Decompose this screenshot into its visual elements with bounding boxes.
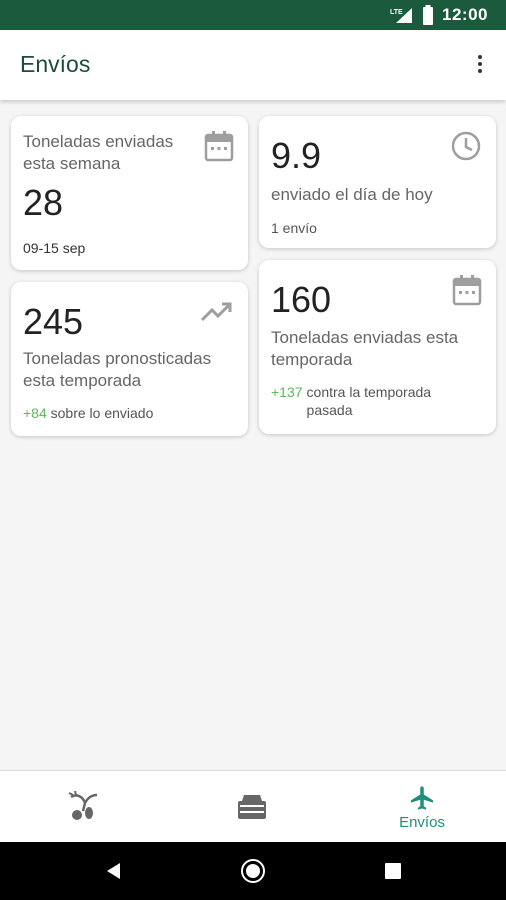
- clock-icon: [451, 131, 481, 161]
- card-season-shipped[interactable]: 160 Toneladas enviadas esta temporada +1…: [259, 260, 496, 434]
- card-week-date-range: 09-15 sep: [23, 240, 86, 256]
- card-season-delta: +137: [271, 384, 303, 400]
- airplane-icon: [410, 785, 434, 810]
- card-season-label: Toneladas enviadas esta temporada: [271, 328, 459, 369]
- card-today-label: enviado el día de hoy: [271, 185, 433, 204]
- recents-icon[interactable]: [385, 863, 401, 879]
- card-forecast-delta: +84: [23, 405, 47, 421]
- card-season-value: 160: [271, 279, 332, 320]
- status-icons: LTE 12:00: [390, 5, 488, 25]
- calendar-icon: [204, 131, 234, 162]
- trending-up-icon: [200, 302, 232, 322]
- warehouse-icon: [238, 795, 266, 819]
- card-forecast[interactable]: 245 Toneladas pronosticadas esta tempora…: [11, 282, 248, 436]
- status-time: 12:00: [442, 5, 488, 24]
- card-today-shipped[interactable]: 9.9 enviado el día de hoy 1 envío: [259, 116, 496, 248]
- back-icon[interactable]: [104, 861, 124, 881]
- nav-item-storage[interactable]: [168, 771, 336, 843]
- calendar-icon: [452, 275, 482, 306]
- status-bar: LTE 12:00: [0, 0, 506, 30]
- bottom-navigation: Envíos: [0, 770, 506, 842]
- battery-icon: [423, 5, 434, 25]
- card-today-value: 9.9: [271, 135, 322, 176]
- card-forecast-value: 245: [23, 301, 84, 342]
- nav-item-shipments-label: Envíos: [399, 813, 445, 831]
- card-forecast-delta-line: +84 sobre lo enviado: [23, 404, 153, 422]
- card-season-delta-text: contra la temporada pasada: [306, 384, 432, 418]
- card-week-label: Toneladas enviadas esta semana: [23, 132, 174, 173]
- card-season-delta-line: +137 contra la temporada pasada: [271, 383, 471, 419]
- lte-signal-icon: LTE: [390, 8, 413, 23]
- page-title: Envíos: [20, 51, 91, 77]
- card-today-count: 1 envío: [271, 220, 317, 236]
- nav-item-shipments[interactable]: Envíos: [338, 771, 506, 843]
- plant-sprout-icon: [68, 790, 98, 820]
- card-forecast-label: Toneladas pronosticadas esta temporada: [23, 349, 212, 390]
- main-content: Toneladas enviadas esta semana 28 09-15 …: [0, 100, 506, 770]
- card-week-shipped[interactable]: Toneladas enviadas esta semana 28 09-15 …: [11, 116, 248, 270]
- card-week-value: 28: [23, 182, 64, 223]
- card-forecast-delta-text: sobre lo enviado: [50, 405, 154, 421]
- svg-text:LTE: LTE: [390, 9, 403, 16]
- app-bar: Envíos: [0, 30, 506, 100]
- system-nav-bar: [0, 842, 506, 900]
- overflow-menu-icon[interactable]: [468, 50, 492, 78]
- home-icon[interactable]: [240, 858, 266, 884]
- nav-item-crop[interactable]: [0, 771, 168, 843]
